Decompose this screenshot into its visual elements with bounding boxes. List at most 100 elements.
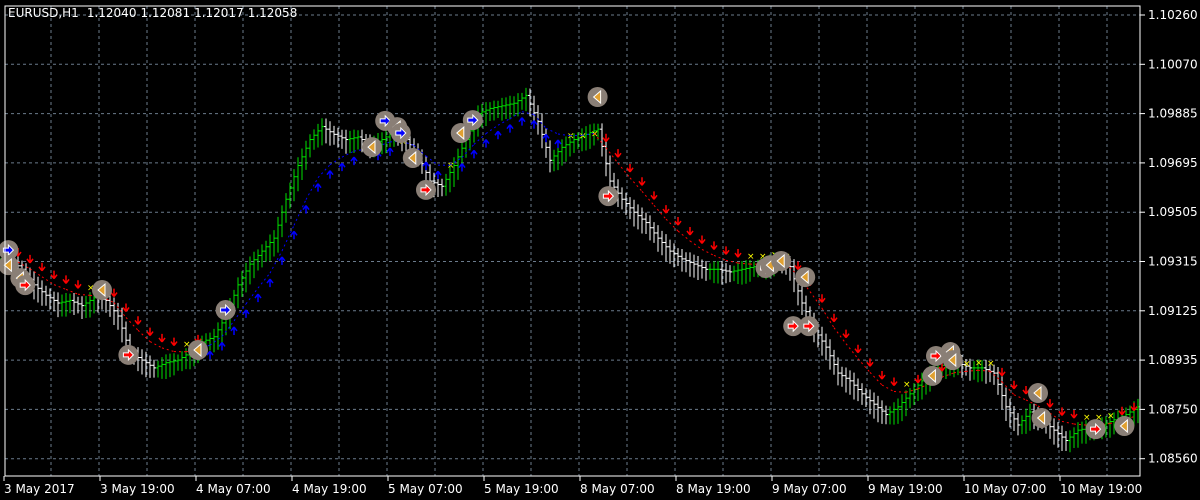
ohlc-bar xyxy=(492,100,496,121)
trend-line-segment xyxy=(305,177,319,200)
ohlc-bar xyxy=(120,307,124,343)
down-arrow-icon xyxy=(146,327,154,337)
ohlc-bar xyxy=(604,139,608,177)
up-arrow-icon xyxy=(206,350,214,360)
trend-line-segment xyxy=(281,225,295,252)
cross-marker: × xyxy=(987,359,995,369)
ohlc-bar xyxy=(1028,403,1032,431)
ohlc-bar xyxy=(248,256,252,285)
ohlc-bar xyxy=(320,118,324,146)
time-tick-label: 4 May 19:00 xyxy=(292,482,367,496)
trend-line-segment xyxy=(665,218,679,232)
ohlc-bar xyxy=(660,230,664,256)
ohlc-bar xyxy=(328,121,332,146)
time-tick-label: 8 May 19:00 xyxy=(676,482,751,496)
up-arrow-icon xyxy=(458,163,466,172)
down-arrow-icon xyxy=(830,313,838,323)
ohlc-bar xyxy=(40,280,44,306)
trend-line-segment xyxy=(461,144,475,158)
signal-sell xyxy=(416,179,436,200)
up-arrow-icon xyxy=(494,130,502,140)
trend-line-segment xyxy=(1001,381,1015,396)
ohlc-bar xyxy=(676,248,680,266)
time-tick-label: 10 May 07:00 xyxy=(964,482,1046,496)
ohlc-bar xyxy=(1052,418,1056,445)
cross-marker: × xyxy=(579,131,587,141)
down-arrow-icon xyxy=(62,275,70,284)
down-arrow-icon xyxy=(26,254,34,264)
ohlc-bar xyxy=(640,207,644,234)
cross-marker: × xyxy=(567,132,575,142)
open-price: 1.12040 xyxy=(87,6,137,20)
price-tick-label: 1.08750 xyxy=(1148,402,1198,416)
price-tick-label: 1.09885 xyxy=(1148,107,1198,121)
trend-line-segment xyxy=(161,347,175,353)
down-arrow-icon xyxy=(734,249,742,258)
down-arrow-icon xyxy=(50,270,58,280)
ohlc-bar xyxy=(64,293,68,317)
down-arrow-icon xyxy=(626,163,634,173)
symbol-label: EURUSD,H1 xyxy=(8,6,79,20)
time-tick-label: 10 May 19:00 xyxy=(1060,482,1142,496)
grid xyxy=(5,6,1140,476)
trend-line-segment xyxy=(1049,412,1063,422)
signal-sell xyxy=(118,344,139,365)
trend-line-segment xyxy=(317,164,331,179)
ohlc-bar xyxy=(348,130,352,154)
ohlc-bar xyxy=(352,129,356,154)
trend-indicator: ×××××××××××××××××××× xyxy=(2,111,1138,426)
down-arrow-icon xyxy=(878,371,886,380)
down-arrow-icon xyxy=(794,261,802,271)
ohlc-bar xyxy=(688,252,692,277)
ohlc-bar xyxy=(628,197,632,220)
trend-line-segment xyxy=(65,288,79,295)
ohlc-bar xyxy=(712,261,716,284)
ohlc-bar xyxy=(172,353,176,376)
ohlc-bar xyxy=(332,125,336,145)
trend-line-segment xyxy=(701,249,715,256)
down-arrow-icon xyxy=(1046,399,1054,408)
ohlc-bar xyxy=(284,193,288,223)
down-arrow-icon xyxy=(722,246,730,255)
down-arrow-icon xyxy=(854,344,862,354)
up-arrow-icon xyxy=(350,156,358,166)
trend-line-segment xyxy=(953,370,967,374)
ohlc-bar xyxy=(152,359,156,378)
ohlc-bar xyxy=(1072,427,1076,448)
signal-sell xyxy=(1085,419,1106,440)
trend-line-segment xyxy=(629,177,643,192)
ohlc-bar xyxy=(312,129,316,150)
ohlc-bar xyxy=(700,259,704,279)
chart-title: EURUSD,H1 1.12040 1.12081 1.12017 1.12058 xyxy=(8,6,297,20)
price-chart[interactable]: ×××××××××××××××××××× EURUSD,H11.120401.1… xyxy=(0,0,1200,500)
down-arrow-icon xyxy=(698,235,706,244)
signal-exit xyxy=(92,280,112,301)
price-tick-label: 1.10070 xyxy=(1148,57,1198,71)
ohlc-bar xyxy=(52,291,56,312)
ohlc-bar xyxy=(708,263,712,280)
price-tick-label: 1.09695 xyxy=(1148,156,1198,170)
signal-exit xyxy=(188,339,208,360)
trend-line-segment xyxy=(1061,420,1075,425)
ohlc-bar xyxy=(276,216,280,253)
down-arrow-icon xyxy=(662,205,670,214)
cross-marker: × xyxy=(963,359,971,369)
signal-exit xyxy=(795,267,816,288)
ohlc-bar xyxy=(280,205,284,238)
low-price: 1.12017 xyxy=(194,6,244,20)
trend-line-segment xyxy=(125,317,139,331)
ohlc-bar xyxy=(72,293,76,316)
ohlc-bar xyxy=(684,252,688,273)
ohlc-bar xyxy=(636,204,640,230)
up-arrow-icon xyxy=(554,139,562,149)
signal-buy xyxy=(215,300,236,321)
up-arrow-icon xyxy=(326,170,334,179)
signal-buy xyxy=(390,123,411,144)
up-arrow-icon xyxy=(266,278,274,288)
signal-exit xyxy=(402,147,423,168)
close-price: 1.12058 xyxy=(248,6,298,20)
down-arrow-icon xyxy=(638,177,646,186)
price-bars xyxy=(0,87,1140,453)
ohlc-bar xyxy=(1016,412,1020,436)
ohlc-bar xyxy=(732,265,736,282)
